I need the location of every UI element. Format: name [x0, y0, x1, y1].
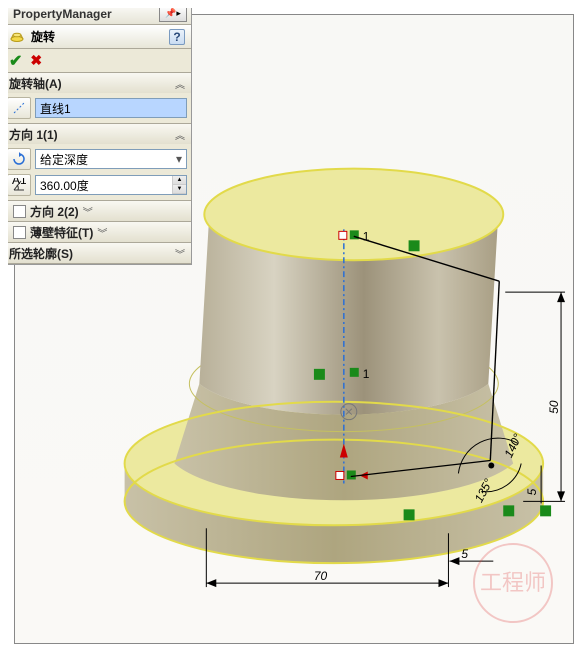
dir2-checkbox[interactable]	[13, 205, 26, 218]
chevron-down-icon: ︾	[97, 225, 107, 240]
angle-icon: A1	[7, 174, 31, 196]
section-thin-title: 薄壁特征(T)	[30, 224, 93, 241]
end-condition-value: 给定深度	[40, 151, 88, 168]
dim-70: 70	[314, 569, 328, 583]
dim-5b: 5	[525, 488, 539, 495]
section-dir2-title: 方向 2(2)	[30, 203, 79, 220]
chevron-down-icon: ︾	[83, 204, 93, 219]
axis-icon	[7, 97, 31, 119]
help-button[interactable]: ?	[169, 29, 185, 45]
thin-checkbox[interactable]	[13, 226, 26, 239]
section-contours-header[interactable]: 所选轮廓(S) ︾	[3, 243, 191, 263]
action-bar: ✔ ✖	[3, 49, 191, 73]
pm-title: PropertyManager	[7, 7, 159, 21]
angle-input[interactable]: 360.00度 ▲▼	[35, 175, 187, 195]
dim-50: 50	[547, 400, 561, 414]
chevron-down-icon: ︾	[175, 246, 185, 261]
axis-selection-field[interactable]: 直线1	[35, 98, 187, 118]
reverse-direction-icon[interactable]	[7, 148, 31, 170]
section-dir1-header[interactable]: 方向 1(1) ︽	[3, 124, 191, 144]
watermark: 工程师	[473, 543, 553, 623]
svg-text:A1: A1	[12, 178, 26, 187]
chevron-up-icon: ︽	[175, 127, 185, 142]
section-thin-header[interactable]: 薄壁特征(T) ︾	[3, 222, 191, 242]
dim-5a: 5	[461, 547, 468, 561]
svg-text:1: 1	[363, 367, 370, 381]
end-condition-dropdown[interactable]: 给定深度	[35, 149, 187, 169]
section-axis-title: 旋转轴(A)	[9, 75, 175, 92]
ok-button[interactable]: ✔	[9, 51, 22, 71]
section-contours-title: 所选轮廓(S)	[9, 245, 175, 262]
axis-value: 直线1	[40, 100, 71, 117]
revolve-icon	[9, 29, 25, 45]
section-dir2-header[interactable]: 方向 2(2) ︾	[3, 201, 191, 221]
section-axis-header[interactable]: 旋转轴(A) ︽	[3, 73, 191, 93]
property-manager-panel: PropertyManager 📌▸ 旋转 ? ✔ ✖ 旋转轴(A) ︽ 直线1…	[2, 2, 192, 265]
feature-name: 旋转	[31, 28, 163, 45]
pushpin-icon[interactable]: 📌▸	[159, 6, 187, 22]
spinner-buttons[interactable]: ▲▼	[172, 176, 186, 194]
chevron-up-icon: ︽	[175, 76, 185, 91]
pm-header: PropertyManager 📌▸	[3, 3, 191, 25]
feature-title-bar: 旋转 ?	[3, 25, 191, 49]
cancel-button[interactable]: ✖	[30, 52, 42, 69]
section-dir1-title: 方向 1(1)	[9, 126, 175, 143]
angle-value: 360.00度	[40, 177, 89, 194]
